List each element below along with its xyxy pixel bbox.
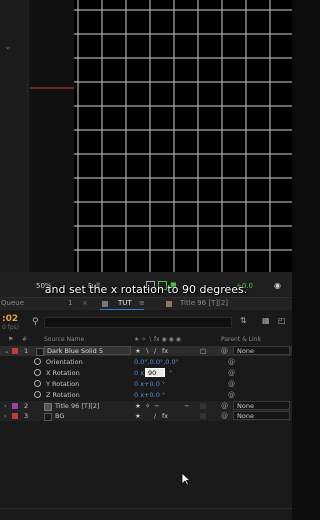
property-row[interactable]: Orientation 0.0°,0.0°,0.0° @ bbox=[0, 357, 292, 367]
effects-switch-icon[interactable]: fx bbox=[162, 347, 168, 355]
precomp-icon bbox=[44, 403, 52, 411]
collapse-switch-icon[interactable]: ∖ bbox=[145, 347, 149, 355]
label-icon: ⚑ bbox=[8, 336, 14, 343]
pickwhip-icon[interactable]: @ bbox=[221, 402, 228, 410]
chevron-down-icon[interactable]: ⌄ bbox=[4, 347, 9, 355]
chevron-down-icon[interactable]: ⌄ bbox=[4, 43, 14, 52]
shy-switch-icon[interactable]: ★ bbox=[135, 402, 141, 410]
solid-icon bbox=[36, 348, 44, 356]
property-value[interactable]: 0.0°,0.0°,0.0° bbox=[134, 358, 179, 366]
stopwatch-icon[interactable] bbox=[34, 391, 41, 398]
chevron-right-icon[interactable]: › bbox=[4, 402, 7, 410]
stopwatch-icon[interactable] bbox=[34, 380, 41, 387]
expression-pickwhip-icon[interactable]: @ bbox=[228, 391, 235, 399]
parent-link-header[interactable]: Parent & Link bbox=[221, 336, 261, 343]
property-name: Y Rotation bbox=[46, 380, 80, 388]
panel-divider bbox=[0, 508, 292, 509]
property-row[interactable]: Z Rotation 0 x+0.0 ° @ bbox=[0, 390, 292, 400]
composition-icon bbox=[166, 301, 172, 307]
3d-layer-icon[interactable] bbox=[200, 403, 206, 409]
motion-blur-icon[interactable]: ◰ bbox=[278, 316, 286, 325]
quality-switch-icon[interactable]: / bbox=[154, 412, 156, 420]
tab-1[interactable]: 1 bbox=[68, 299, 72, 307]
x-rotation-input[interactable]: 90 bbox=[145, 368, 165, 377]
draft-3d-icon[interactable]: ▦ bbox=[262, 316, 270, 325]
parent-dropdown[interactable]: None bbox=[233, 346, 290, 355]
pickwhip-icon[interactable]: @ bbox=[221, 412, 228, 420]
composition-canvas[interactable] bbox=[74, 0, 292, 272]
grid-overlay bbox=[74, 0, 292, 272]
revolutions-value[interactable]: 0 x bbox=[134, 369, 144, 377]
tab-title-96[interactable]: Title 96 [T][2] bbox=[180, 299, 228, 307]
label-color-swatch[interactable] bbox=[12, 348, 18, 354]
shy-switch-icon[interactable]: ★ bbox=[135, 412, 141, 420]
layer-name[interactable]: BG bbox=[55, 412, 64, 420]
layer-row[interactable]: › 2 Title 96 [T][2] ★ ✧ − − @ None bbox=[0, 401, 292, 411]
label-color-swatch[interactable] bbox=[12, 413, 18, 419]
layer-row[interactable]: › 3 BG ★ / fx @ None bbox=[0, 411, 292, 421]
property-value[interactable]: 0 x+0.0 ° bbox=[134, 380, 165, 388]
video-subtitle: and set the x rotation to 90 degrees. bbox=[44, 283, 248, 296]
layer-header-row: ⚑ # Source Name ★ ✧ ∖ fx ◉ ◉ ◉ Parent & … bbox=[0, 336, 292, 345]
mouse-cursor-icon bbox=[181, 472, 191, 486]
property-value[interactable]: 0 x+0.0 ° bbox=[134, 391, 165, 399]
property-row[interactable]: X Rotation 0 x 90 ° @ bbox=[0, 368, 292, 378]
property-name: Z Rotation bbox=[46, 391, 80, 399]
layer-search-input[interactable] bbox=[44, 317, 232, 328]
layer-name[interactable]: Dark Blue Solid 5 bbox=[44, 346, 131, 355]
layer-number: 2 bbox=[24, 402, 29, 410]
property-name: Orientation bbox=[46, 358, 83, 366]
tab-queue[interactable]: Queue bbox=[1, 299, 24, 307]
3d-layer-icon[interactable] bbox=[200, 413, 206, 419]
expression-pickwhip-icon[interactable]: @ bbox=[228, 358, 235, 366]
expression-pickwhip-icon[interactable]: @ bbox=[228, 369, 235, 377]
chevron-right-icon[interactable]: › bbox=[4, 412, 7, 420]
degree-unit: ° bbox=[169, 369, 173, 377]
current-time-display[interactable]: :02 bbox=[2, 314, 18, 324]
quality-switch-icon[interactable]: / bbox=[154, 347, 156, 355]
frame-rate-label: 0 fps) bbox=[2, 324, 20, 331]
parent-dropdown[interactable]: None bbox=[233, 411, 290, 420]
search-icon[interactable]: ⚲ bbox=[32, 317, 39, 327]
expression-pickwhip-icon[interactable]: @ bbox=[228, 380, 235, 388]
quality-switch-icon[interactable]: − bbox=[154, 402, 159, 410]
property-row[interactable]: Y Rotation 0 x+0.0 ° @ bbox=[0, 379, 292, 389]
collapse-switch-icon[interactable]: ✧ bbox=[145, 402, 150, 410]
close-icon[interactable]: × bbox=[82, 299, 88, 307]
stopwatch-icon[interactable] bbox=[34, 358, 41, 365]
layer-row[interactable]: ⌄ 1 Dark Blue Solid 5 ★ ∖ / fx □ @ None bbox=[0, 346, 292, 356]
3d-layer-icon[interactable]: □ bbox=[200, 347, 206, 355]
solid-icon bbox=[44, 413, 52, 421]
layer-name[interactable]: Title 96 [T][2] bbox=[55, 402, 100, 410]
panel-tab-bar: Queue 1 × TUT ≡ Title 96 [T][2] bbox=[0, 297, 292, 311]
composition-icon bbox=[102, 301, 108, 307]
comp-flowchart-icon[interactable]: ⇅ bbox=[240, 316, 247, 325]
menu-icon[interactable]: ≡ bbox=[139, 299, 145, 307]
layer-number: 3 bbox=[24, 412, 29, 420]
number-column-icon: # bbox=[22, 336, 28, 343]
parent-dropdown[interactable]: None bbox=[233, 401, 290, 410]
work-area-marker bbox=[30, 87, 74, 89]
tab-tut[interactable]: TUT bbox=[118, 299, 132, 307]
stopwatch-icon[interactable] bbox=[34, 369, 41, 376]
shy-switch-icon[interactable]: ★ bbox=[135, 347, 141, 355]
pickwhip-icon[interactable]: @ bbox=[221, 347, 228, 355]
switches-icons: ★ ✧ ∖ fx ◉ ◉ ◉ bbox=[134, 336, 182, 343]
motion-blur-switch-icon[interactable]: − bbox=[184, 402, 189, 410]
property-name: X Rotation bbox=[46, 369, 80, 377]
layer-number: 1 bbox=[24, 347, 29, 355]
label-color-swatch[interactable] bbox=[12, 403, 18, 409]
effects-switch-icon[interactable]: fx bbox=[162, 412, 168, 420]
source-name-header[interactable]: Source Name bbox=[44, 336, 84, 343]
